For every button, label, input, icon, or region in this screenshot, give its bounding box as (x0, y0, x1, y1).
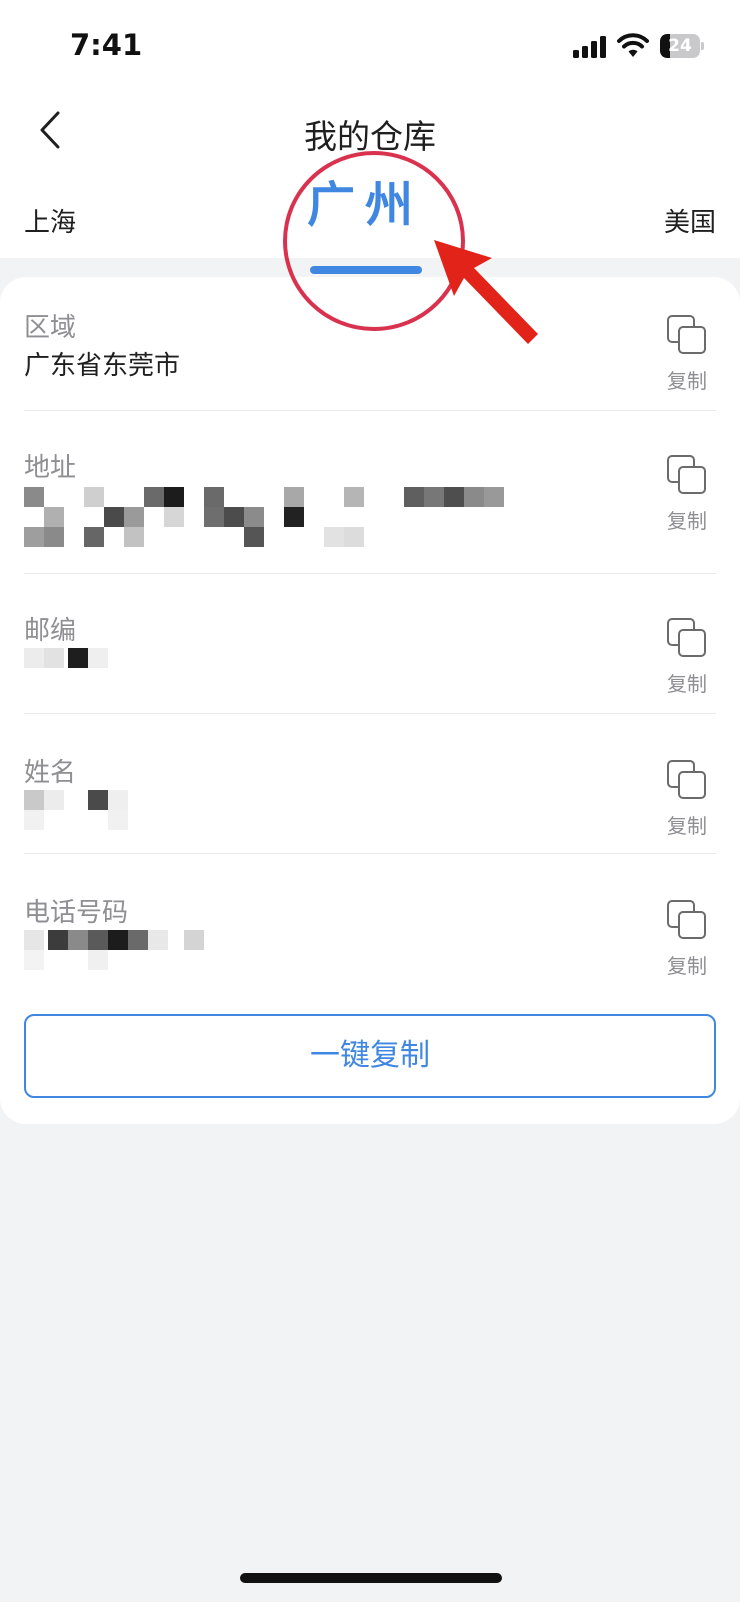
copy-label: 复制 (667, 814, 707, 838)
warehouse-card: 区域 广东省东莞市 复制 地址 复制 邮编 复制 姓名 复制 电话号码 复制 (0, 277, 740, 1124)
copy-icon (667, 900, 707, 940)
divider (24, 713, 716, 714)
field-label: 电话号码 (24, 898, 129, 928)
redacted-postcode (24, 648, 124, 668)
copy-label: 复制 (667, 509, 707, 533)
field-label: 区域 (24, 313, 77, 343)
cellular-signal-icon (573, 36, 607, 58)
redacted-name (24, 790, 164, 830)
field-row-postcode: 邮编 复制 (24, 610, 716, 710)
copy-icon (667, 315, 707, 355)
copy-label: 复制 (667, 672, 707, 696)
field-label: 地址 (24, 453, 77, 483)
battery-percentage: 24 (668, 36, 692, 56)
copy-all-button[interactable]: 一键复制 (24, 1014, 716, 1098)
redacted-phone (24, 930, 224, 970)
copy-icon (667, 760, 707, 800)
wifi-icon (617, 32, 649, 58)
copy-label: 复制 (667, 954, 707, 978)
copy-label: 复制 (667, 369, 707, 393)
divider (24, 853, 716, 854)
annotation-arrow-icon (434, 240, 538, 344)
status-time: 7:41 (70, 28, 143, 62)
copy-button-region[interactable]: 复制 (658, 315, 716, 399)
copy-button-name[interactable]: 复制 (658, 760, 716, 844)
field-label: 邮编 (24, 616, 77, 646)
home-indicator (240, 1573, 502, 1583)
tab-shanghai[interactable]: 上海 (24, 202, 76, 239)
tab-usa[interactable]: 美国 (664, 202, 716, 239)
divider (24, 410, 716, 411)
field-label: 姓名 (24, 758, 77, 788)
divider (24, 573, 716, 574)
copy-button-phone[interactable]: 复制 (658, 900, 716, 984)
copy-icon (667, 618, 707, 658)
field-row-name: 姓名 复制 (24, 752, 716, 852)
field-row-phone: 电话号码 复制 (24, 892, 716, 992)
field-value: 广东省东莞市 (24, 351, 181, 381)
field-row-address: 地址 复制 (24, 447, 716, 577)
status-bar: 7:41 24 (0, 0, 740, 90)
copy-button-postcode[interactable]: 复制 (658, 618, 716, 702)
redacted-address (24, 487, 504, 547)
battery-icon: 24 (660, 34, 704, 58)
copy-icon (667, 455, 707, 495)
copy-button-address[interactable]: 复制 (658, 455, 716, 539)
